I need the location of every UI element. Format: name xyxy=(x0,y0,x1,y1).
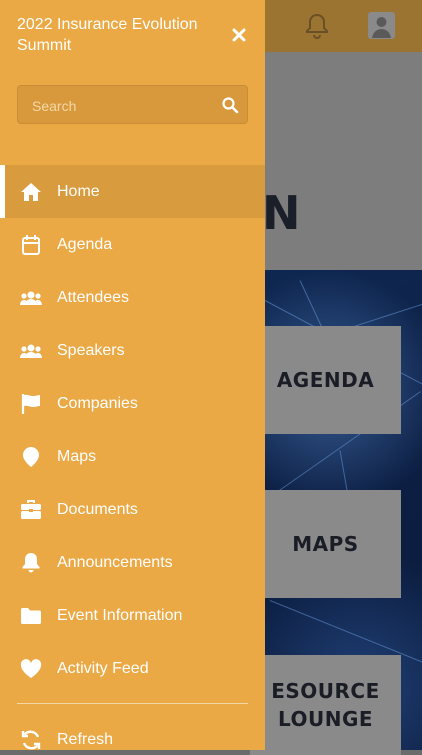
nav-label-agenda: Agenda xyxy=(57,235,113,253)
nav-label-speakers: Speakers xyxy=(57,341,125,359)
map-pin-icon xyxy=(20,446,42,468)
nav-item-agenda[interactable]: Agenda xyxy=(0,218,265,271)
nav-item-attendees[interactable]: Attendees xyxy=(0,271,265,324)
nav-label-maps: Maps xyxy=(57,447,97,465)
close-icon xyxy=(232,28,246,42)
refresh-icon xyxy=(20,729,42,751)
calendar-icon xyxy=(20,234,42,256)
nav-item-speakers[interactable]: Speakers xyxy=(0,324,265,377)
refresh-label: Refresh xyxy=(57,730,114,748)
nav-item-event-information[interactable]: Event Information xyxy=(0,589,265,642)
bell-icon xyxy=(20,552,42,574)
nav-label-home: Home xyxy=(57,182,100,200)
hero-text: N xyxy=(262,186,301,240)
nav-label-documents: Documents xyxy=(57,500,138,518)
home-icon xyxy=(20,181,42,203)
drawer-divider xyxy=(17,703,248,704)
drawer-nav: Home Agenda Attendees Speakers Companies xyxy=(0,165,265,695)
search-input[interactable] xyxy=(30,86,224,125)
folder-icon xyxy=(20,605,42,627)
nav-item-maps[interactable]: Maps xyxy=(0,430,265,483)
resource-tile-line2: LOUNGE xyxy=(277,707,374,731)
resource-tile-line1: ESOURCE xyxy=(271,679,380,703)
profile-avatar-icon[interactable] xyxy=(368,12,395,39)
maps-tile[interactable]: MAPS xyxy=(250,490,401,598)
notifications-bell-icon[interactable] xyxy=(305,13,329,39)
search-box xyxy=(17,85,248,125)
nav-label-companies: Companies xyxy=(57,394,138,412)
search-icon[interactable] xyxy=(221,96,239,114)
nav-label-announcements: Announcements xyxy=(57,553,173,571)
resource-lounge-tile[interactable]: ESOURCE LOUNGE xyxy=(250,655,401,755)
nav-item-companies[interactable]: Companies xyxy=(0,377,265,430)
heart-icon xyxy=(20,658,42,680)
event-title: 2022 Insurance Evolution Summit xyxy=(17,16,198,54)
nav-item-documents[interactable]: Documents xyxy=(0,483,265,536)
refresh-button[interactable]: Refresh xyxy=(0,713,265,750)
nav-label-attendees: Attendees xyxy=(57,288,130,306)
users-icon xyxy=(20,340,42,362)
users-icon xyxy=(20,287,42,309)
navigation-drawer: 2022 Insurance Evolution Summit Home Age… xyxy=(0,0,265,750)
nav-item-activity-feed[interactable]: Activity Feed xyxy=(0,642,265,695)
agenda-tile[interactable]: AGENDA xyxy=(250,326,401,434)
flag-icon xyxy=(20,393,42,415)
nav-item-announcements[interactable]: Announcements xyxy=(0,536,265,589)
nav-label-activity-feed: Activity Feed xyxy=(57,659,149,677)
nav-item-home[interactable]: Home xyxy=(0,165,265,218)
briefcase-icon xyxy=(20,499,42,521)
close-drawer-button[interactable] xyxy=(228,24,250,46)
nav-label-event-information: Event Information xyxy=(57,606,183,624)
